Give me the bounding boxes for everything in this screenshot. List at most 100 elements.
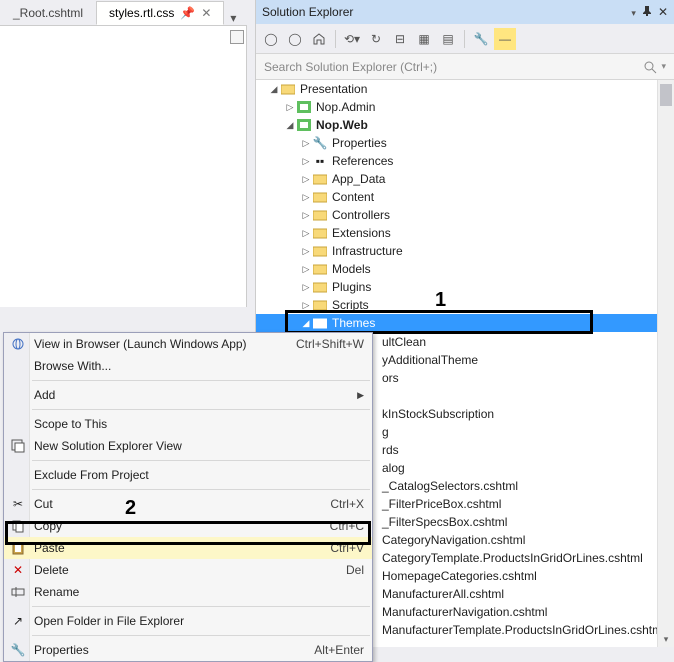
tree-item[interactable]: ◢Presentation <box>256 80 674 98</box>
panel-toolbar: ◯ ◯ ⟲▾ ↻ ⊟ ▦ ▤ 🔧 — <box>256 24 674 54</box>
tab-overflow-icon[interactable]: ▾ <box>224 11 242 25</box>
tree-item[interactable]: ultClean <box>378 333 662 351</box>
menu-browse-with[interactable]: Browse With... <box>4 355 372 377</box>
close-icon[interactable]: ✕ <box>658 5 668 19</box>
tree-item[interactable]: HomepageCategories.cshtml <box>378 567 662 585</box>
tree-item[interactable]: ▷Plugins <box>256 278 674 296</box>
back-icon[interactable]: ◯ <box>260 28 282 50</box>
annotation-label-2: 2 <box>125 497 136 520</box>
tree-item[interactable]: ManufacturerTemplate.ProductsInGridOrLin… <box>378 621 662 639</box>
collapse-icon[interactable]: ⊟ <box>389 28 411 50</box>
pin-icon[interactable] <box>642 5 652 19</box>
refresh-icon[interactable]: ↻ <box>365 28 387 50</box>
document-area <box>0 26 247 307</box>
folder-icon <box>312 298 328 312</box>
scrollbar[interactable]: ▾ <box>657 80 674 647</box>
tree-item[interactable]: ▷Nop.Admin <box>256 98 674 116</box>
folder-icon <box>312 172 328 186</box>
folder-icon <box>312 262 328 276</box>
tree-item[interactable]: ▷Infrastructure <box>256 242 674 260</box>
editor-tab[interactable]: _Root.cshtml <box>0 1 96 25</box>
menu-separator <box>32 635 370 636</box>
tree-item[interactable] <box>378 387 662 405</box>
menu-separator <box>32 380 370 381</box>
tree-item[interactable]: rds <box>378 441 662 459</box>
menu-rename[interactable]: Rename <box>4 581 372 603</box>
panel-menu-icon[interactable] <box>631 5 636 19</box>
pin-icon[interactable]: 📌 <box>180 6 195 20</box>
tab-label: styles.rtl.css <box>109 6 174 20</box>
home-icon[interactable] <box>308 28 330 50</box>
rename-icon <box>10 584 26 600</box>
menu-delete[interactable]: ✕ DeleteDel <box>4 559 372 581</box>
context-menu: View in Browser (Launch Windows App) Ctr… <box>3 332 373 662</box>
tree-item[interactable]: ▷🔧Properties <box>256 134 674 152</box>
chevron-down-icon[interactable]: ▾ <box>661 61 666 72</box>
tree-item[interactable]: CategoryNavigation.cshtml <box>378 531 662 549</box>
tree-item[interactable]: ▷Models <box>256 260 674 278</box>
tree-item[interactable]: ▷Scripts <box>256 296 674 314</box>
tree-item[interactable]: ManufacturerNavigation.cshtml <box>378 603 662 621</box>
open-folder-icon: ↗ <box>10 613 26 629</box>
tree-item[interactable]: ◢Nop.Web <box>256 116 674 134</box>
show-all-icon[interactable]: ▦ <box>413 28 435 50</box>
preview-icon[interactable]: ▤ <box>437 28 459 50</box>
menu-copy[interactable]: CopyCtrl+C <box>4 515 372 537</box>
tree-item[interactable]: g <box>378 423 662 441</box>
folder-icon <box>312 244 328 258</box>
tree-item[interactable]: ▷Extensions <box>256 224 674 242</box>
tree-item[interactable]: ▷Controllers <box>256 206 674 224</box>
paste-icon <box>10 540 26 556</box>
properties-icon[interactable]: 🔧 <box>470 28 492 50</box>
forward-icon[interactable]: ◯ <box>284 28 306 50</box>
tree-item[interactable]: yAdditionalTheme <box>378 351 662 369</box>
menu-paste[interactable]: PasteCtrl+V <box>4 537 372 559</box>
folder-icon <box>312 190 328 204</box>
panel-titlebar: Solution Explorer ✕ <box>256 0 674 24</box>
project-icon <box>296 100 312 114</box>
tree-item[interactable]: ▷Content <box>256 188 674 206</box>
search-placeholder: Search Solution Explorer (Ctrl+;) <box>264 60 437 74</box>
menu-open-folder[interactable]: ↗ Open Folder in File Explorer <box>4 610 372 632</box>
tree-item[interactable]: CategoryTemplate.ProductsInGridOrLines.c… <box>378 549 662 567</box>
editor-tab-strip: _Root.cshtml styles.rtl.css 📌 ✕ ▾ <box>0 0 247 26</box>
tree-item[interactable]: _CatalogSelectors.cshtml <box>378 477 662 495</box>
references-icon: ▪▪ <box>312 154 328 168</box>
menu-scope[interactable]: Scope to This <box>4 413 372 435</box>
search-box[interactable]: Search Solution Explorer (Ctrl+;) ▾ <box>256 54 674 80</box>
highlight-icon[interactable]: — <box>494 28 516 50</box>
menu-add[interactable]: Add▶ <box>4 384 372 406</box>
cut-icon: ✂ <box>10 496 26 512</box>
scroll-down-icon[interactable]: ▾ <box>658 634 674 645</box>
browser-icon <box>10 336 26 352</box>
search-icon[interactable] <box>643 60 657 74</box>
folder-icon <box>312 226 328 240</box>
menu-properties[interactable]: 🔧 PropertiesAlt+Enter <box>4 639 372 661</box>
tree-item[interactable]: ManufacturerAll.cshtml <box>378 585 662 603</box>
menu-view-in-browser[interactable]: View in Browser (Launch Windows App) Ctr… <box>4 333 372 355</box>
tree-item[interactable]: kInStockSubscription <box>378 405 662 423</box>
tree-item[interactable]: _FilterPriceBox.cshtml <box>378 495 662 513</box>
tree-item[interactable]: ors <box>378 369 662 387</box>
menu-new-view[interactable]: New Solution Explorer View <box>4 435 372 457</box>
project-icon <box>296 118 312 132</box>
menu-separator <box>32 489 370 490</box>
tree-item[interactable]: ▷▪▪References <box>256 152 674 170</box>
wrench-icon: 🔧 <box>312 136 328 150</box>
menu-exclude[interactable]: Exclude From Project <box>4 464 372 486</box>
copy-icon <box>10 518 26 534</box>
tree-item[interactable]: alog <box>378 459 662 477</box>
tree-item[interactable]: ▷App_Data <box>256 170 674 188</box>
close-icon[interactable]: ✕ <box>201 6 211 20</box>
annotation-label-1: 1 <box>435 289 446 312</box>
menu-separator <box>32 460 370 461</box>
folder-icon <box>312 208 328 222</box>
tree-item-selected[interactable]: ◢Themes <box>256 314 674 332</box>
panel-title: Solution Explorer <box>262 5 353 19</box>
editor-tab-active[interactable]: styles.rtl.css 📌 ✕ <box>96 1 224 25</box>
menu-cut[interactable]: ✂ CutCtrl+X <box>4 493 372 515</box>
tree-item[interactable]: _FilterSpecsBox.cshtml <box>378 513 662 531</box>
menu-separator <box>32 409 370 410</box>
sync-icon[interactable]: ⟲▾ <box>341 28 363 50</box>
scrollbar-thumb[interactable] <box>660 84 672 106</box>
